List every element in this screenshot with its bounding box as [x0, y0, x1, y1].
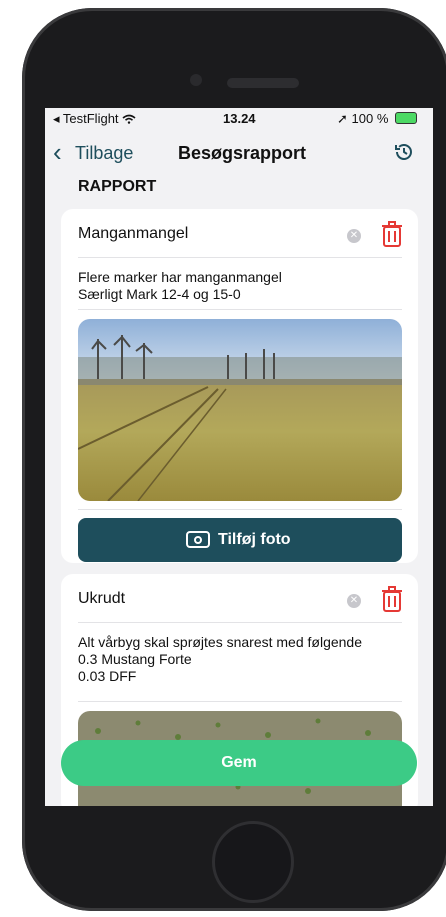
note-line: Alt vårbyg skal sprøjtes snarest med føl… — [78, 634, 363, 650]
status-right: ➚ 100 % — [337, 111, 418, 127]
card-title[interactable]: Ukrudt — [78, 590, 125, 608]
divider — [78, 309, 402, 310]
battery-percent: 100 % — [351, 111, 389, 126]
status-bar: ◂ TestFlight 13.24 ➚ 100 % — [45, 108, 433, 130]
note-line: 0.3 Mustang Forte — [78, 651, 192, 667]
note-line: 0.03 DFF — [78, 668, 137, 684]
status-carrier: ◂ TestFlight — [53, 111, 136, 127]
status-time: 13.24 — [223, 111, 256, 126]
divider — [78, 257, 402, 258]
trash-icon[interactable] — [382, 221, 402, 247]
history-icon[interactable] — [392, 140, 416, 164]
back-button[interactable]: Tilbage — [75, 143, 133, 164]
page-title: Besøgsrapport — [178, 143, 307, 163]
report-card: Manganmangel ✕ Flere marker har manganma… — [61, 209, 418, 563]
field-photo[interactable] — [78, 319, 402, 501]
speaker-grille — [227, 78, 299, 88]
chevron-left-icon[interactable]: ‹ — [53, 139, 62, 165]
save-button[interactable]: Gem — [61, 740, 417, 786]
add-photo-label: Tilføj foto — [218, 531, 291, 548]
divider — [78, 509, 402, 510]
camera-icon — [186, 531, 210, 548]
add-photo-button[interactable]: Tilføj foto — [78, 518, 402, 562]
wifi-icon — [122, 114, 136, 124]
divider — [78, 622, 402, 623]
clear-icon[interactable]: ✕ — [347, 229, 361, 243]
navigation-bar: ‹ Tilbage Besøgsrapport — [45, 132, 433, 176]
divider — [78, 701, 402, 702]
clear-icon[interactable]: ✕ — [347, 594, 361, 608]
section-title: RAPPORT — [78, 178, 157, 195]
location-icon: ➚ — [337, 111, 348, 126]
note-line: Flere marker har manganmangel — [78, 269, 282, 285]
home-button[interactable] — [212, 821, 294, 903]
battery-icon — [395, 112, 418, 124]
carrier-label: ◂ TestFlight — [53, 111, 119, 126]
app-screen: ◂ TestFlight 13.24 ➚ 100 % ‹ Tilbage Bes… — [45, 108, 433, 806]
trash-icon[interactable] — [382, 586, 402, 612]
card-title[interactable]: Manganmangel — [78, 225, 188, 243]
front-camera — [190, 74, 202, 86]
note-line: Særligt Mark 12-4 og 15-0 — [78, 286, 241, 302]
